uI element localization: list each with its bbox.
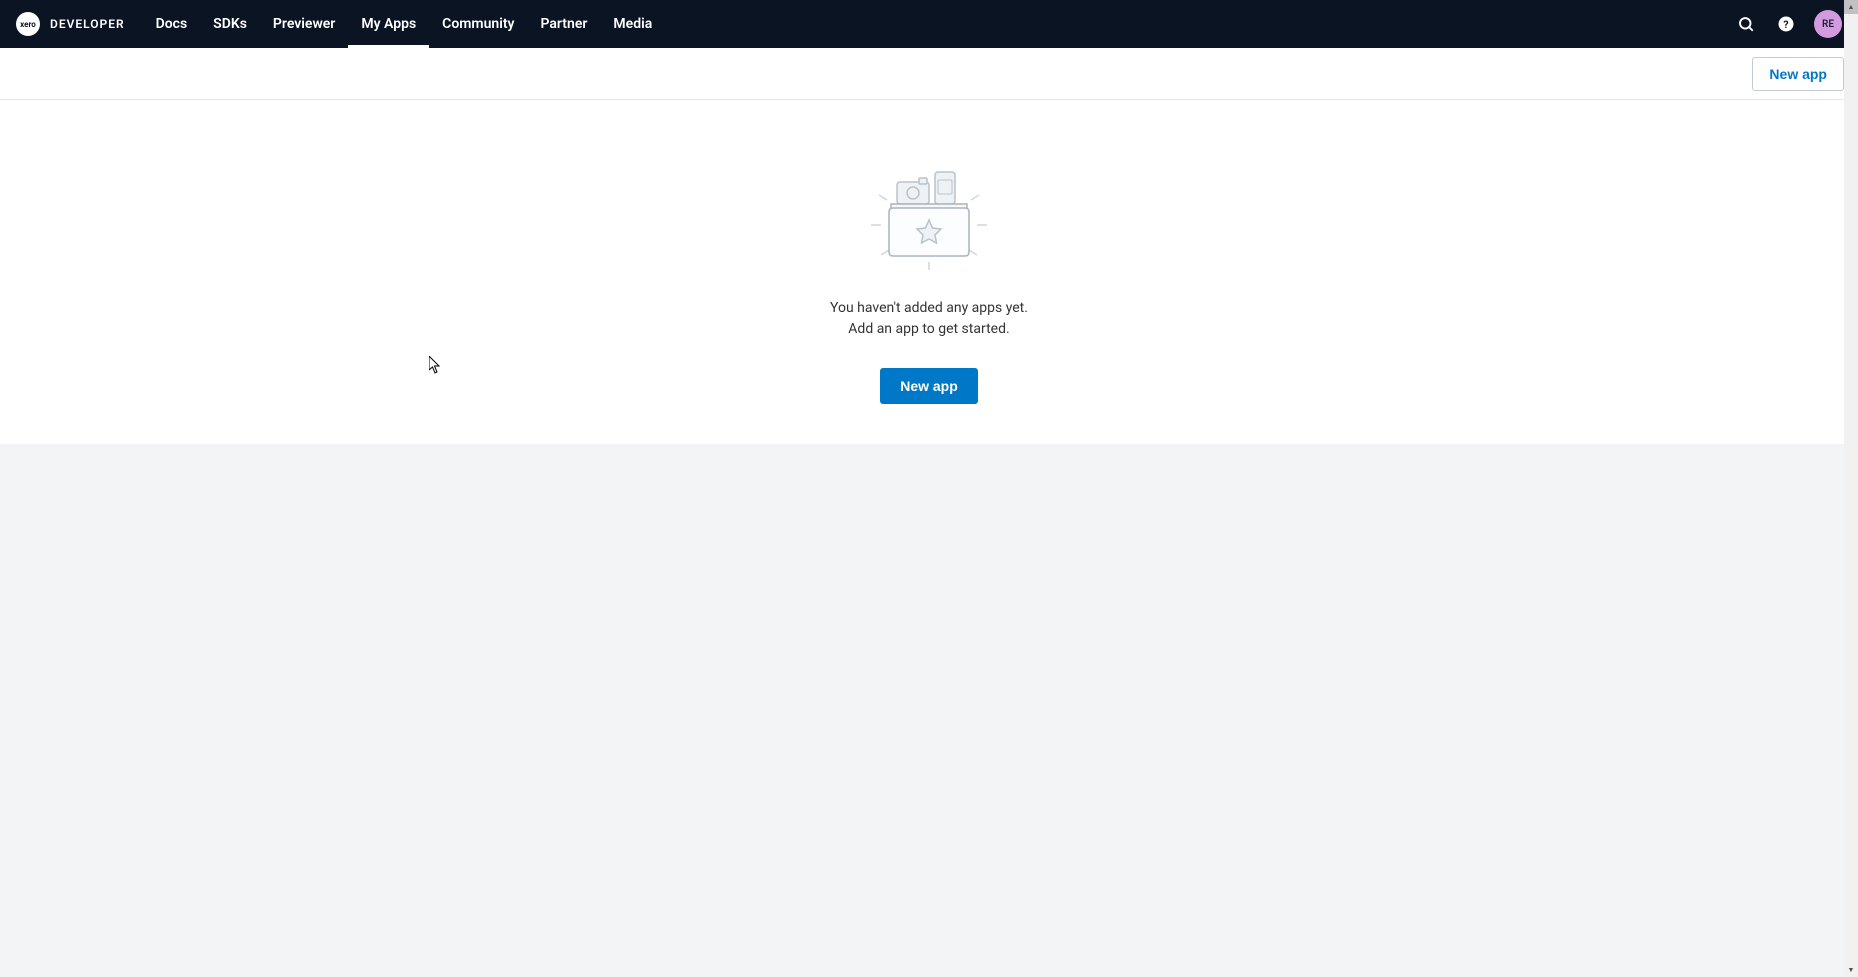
xero-logo-icon: xero [16,12,40,36]
empty-state-text: You haven't added any apps yet. Add an a… [830,298,1028,340]
nav-community[interactable]: Community [429,0,527,48]
logo-developer-text: DEVELOPER [50,17,125,31]
nav-sdks[interactable]: SDKs [200,0,260,48]
subheader: New app [0,48,1858,100]
avatar[interactable]: RE [1814,10,1842,38]
new-app-button-main[interactable]: New app [880,368,978,404]
scroll-up-icon[interactable]: ▲ [1844,0,1858,14]
empty-text-line1: You haven't added any apps yet. [830,298,1028,319]
top-navigation: xero DEVELOPER Docs SDKs Previewer My Ap… [0,0,1858,48]
nav-my-apps[interactable]: My Apps [348,0,429,48]
scroll-down-icon[interactable]: ▼ [1844,963,1858,977]
nav-previewer[interactable]: Previewer [260,0,348,48]
nav-right: ? RE [1734,10,1842,38]
search-icon[interactable] [1734,12,1758,36]
new-app-button-header[interactable]: New app [1752,57,1844,91]
empty-folder-illustration [859,160,999,270]
help-icon[interactable]: ? [1774,12,1798,36]
nav-media[interactable]: Media [600,0,665,48]
logo-area[interactable]: xero DEVELOPER [16,12,125,36]
nav-docs[interactable]: Docs [143,0,201,48]
scrollbar[interactable]: ▲ ▼ [1844,0,1858,977]
nav-partner[interactable]: Partner [528,0,601,48]
empty-text-line2: Add an app to get started. [830,319,1028,340]
svg-text:?: ? [1783,18,1788,31]
content-area: You haven't added any apps yet. Add an a… [0,100,1858,444]
nav-links: Docs SDKs Previewer My Apps Community Pa… [143,0,666,48]
